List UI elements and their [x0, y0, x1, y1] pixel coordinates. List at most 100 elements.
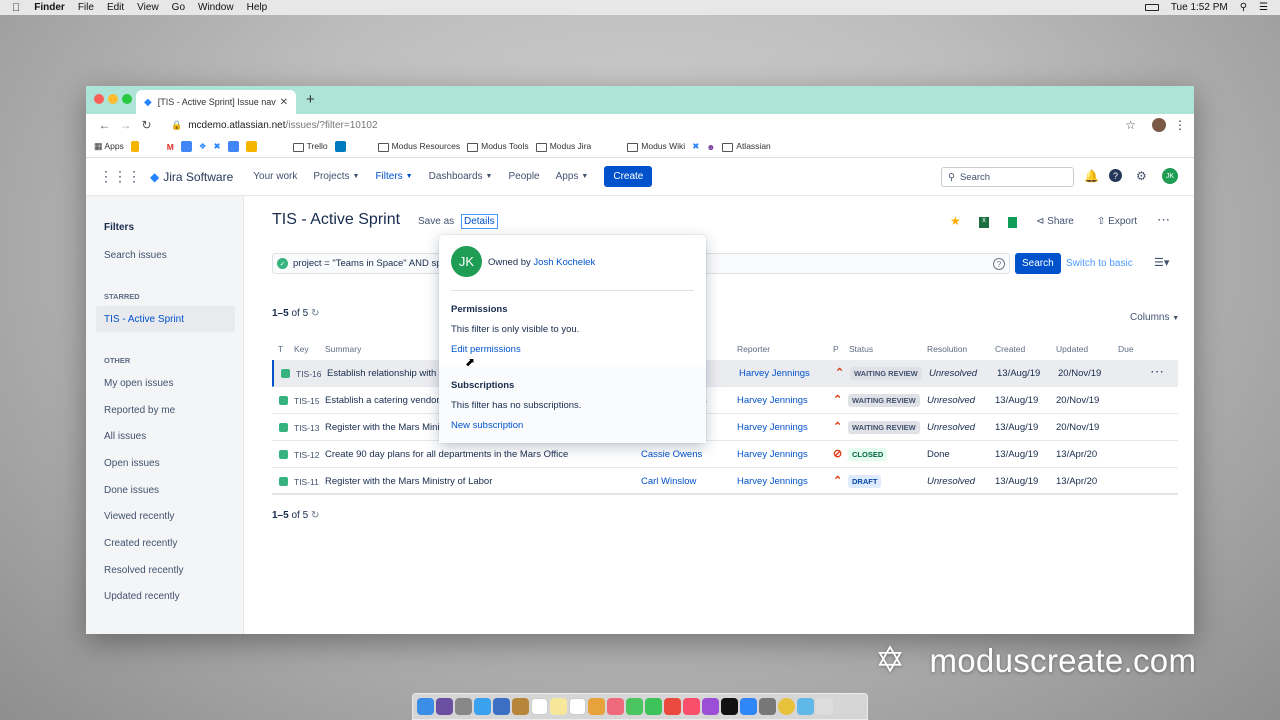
col-header-priority[interactable]: P [833, 344, 839, 354]
user-avatar[interactable]: JK [1162, 168, 1178, 184]
details-button[interactable]: Details [461, 214, 498, 229]
edit-permissions-link[interactable]: Edit permissions [451, 344, 521, 355]
settings-gear-icon[interactable]: ⚙ [1136, 169, 1147, 183]
sheets-icon[interactable] [1008, 217, 1017, 228]
bookmark-icon[interactable] [130, 141, 139, 152]
issue-key[interactable]: TIS-11 [294, 477, 319, 487]
col-header-created[interactable]: Created [995, 344, 1025, 354]
nav-your-work[interactable]: Your work [253, 171, 297, 182]
gmail-icon[interactable]: M [167, 142, 174, 152]
col-header-due[interactable]: Due [1118, 344, 1134, 354]
sidebar-item-tis-active-sprint[interactable]: TIS - Active Sprint [104, 314, 184, 325]
trash-dock-icon[interactable] [816, 698, 833, 715]
columns-button[interactable]: Columns ▼ [1130, 312, 1179, 323]
issue-reporter[interactable]: Harvey Jennings [737, 422, 808, 433]
switch-to-basic-link[interactable]: Switch to basic [1066, 258, 1133, 269]
news-dock-icon[interactable] [664, 698, 681, 715]
status-badge[interactable]: CLOSED [848, 448, 888, 461]
menu-window[interactable]: Window [198, 2, 234, 13]
new-subscription-link[interactable]: New subscription [451, 420, 523, 431]
table-row[interactable]: TIS-15 Establish a catering vendor t s H… [272, 387, 1178, 414]
help-icon[interactable]: ? [1109, 169, 1122, 182]
sidebar-item-viewed-recently[interactable]: Viewed recently [104, 511, 174, 522]
photos-dock-icon[interactable] [607, 698, 624, 715]
bookmark-modus-resources[interactable]: Modus Resources [377, 141, 460, 152]
nav-projects[interactable]: Projects ▼ [313, 171, 359, 182]
col-header-summary[interactable]: Summary [325, 344, 361, 354]
nav-dashboards[interactable]: Dashboards ▼ [429, 171, 493, 182]
menu-help[interactable]: Help [247, 2, 268, 13]
issue-key[interactable]: TIS-16 [296, 369, 322, 379]
search-button[interactable]: Search [1015, 253, 1061, 274]
close-tab-icon[interactable]: ✕ [280, 97, 288, 108]
table-row[interactable]: TIS-16 Establish relationship with lo Ha… [272, 360, 1178, 387]
issue-summary[interactable]: Create 90 day plans for all departments … [325, 449, 568, 460]
confluence-icon[interactable]: ❖ [199, 141, 207, 152]
finder-dock-icon[interactable] [417, 698, 434, 715]
menu-edit[interactable]: Edit [107, 2, 124, 13]
menubar-clock[interactable]: Tue 1:52 PM [1171, 2, 1228, 13]
sidebar-item-updated-recently[interactable]: Updated recently [104, 591, 180, 602]
col-header-resolution[interactable]: Resolution [927, 344, 967, 354]
sidebar-item-search-issues[interactable]: Search issues [104, 250, 167, 261]
bookmark-trello[interactable]: Trello [292, 141, 328, 152]
calendar-dock-icon[interactable] [531, 698, 548, 715]
spotlight-icon[interactable]: ⚲ [1240, 2, 1247, 13]
browser-tab[interactable]: ◆ [TIS - Active Sprint] Issue navigator … [136, 90, 296, 114]
row-more-icon[interactable]: ⋯ [1150, 363, 1164, 380]
issue-reporter[interactable]: Harvey Jennings [737, 449, 808, 460]
status-badge[interactable]: WAITING REVIEW [848, 394, 920, 407]
system-preferences-dock-icon[interactable] [759, 698, 776, 715]
more-actions-icon[interactable]: ⋯ [1157, 212, 1170, 228]
owner-link[interactable]: Josh Kochelek [533, 257, 595, 268]
sidebar-item-my-open-issues[interactable]: My open issues [104, 378, 173, 389]
menu-go[interactable]: Go [172, 2, 185, 13]
jira-icon[interactable]: ✖ [214, 141, 221, 152]
jira-logo[interactable]: ◆ Jira Software [150, 170, 233, 184]
sidebar-item-created-recently[interactable]: Created recently [104, 538, 177, 549]
status-badge[interactable]: DRAFT [848, 475, 882, 488]
browser-menu-icon[interactable]: ⋮ [1174, 118, 1186, 132]
bookmark-star-icon[interactable]: ☆ [1125, 118, 1136, 132]
issue-summary[interactable]: Register with the Mars Minis [325, 422, 444, 433]
table-row[interactable]: TIS-13 Register with the Mars Minis Harv… [272, 414, 1178, 441]
bookmark-modus-tools[interactable]: Modus Tools [467, 141, 529, 152]
notifications-icon[interactable]: 🔔 [1084, 169, 1099, 183]
minimize-window-button[interactable] [108, 94, 118, 104]
bookmark-apps[interactable]: ▦ Apps [94, 141, 124, 152]
safari-dock-icon[interactable] [474, 698, 491, 715]
issue-reporter[interactable]: Harvey Jennings [737, 476, 808, 487]
col-header-type[interactable]: T [278, 344, 283, 354]
issue-reporter[interactable]: Harvey Jennings [737, 395, 808, 406]
sidebar-item-done-issues[interactable]: Done issues [104, 485, 159, 496]
share-button[interactable]: ⊲ Share [1036, 216, 1074, 227]
launchpad-dock-icon[interactable] [455, 698, 472, 715]
apple-icon[interactable]:  [12, 2, 20, 14]
sidebar-item-all-issues[interactable]: All issues [104, 431, 146, 442]
reload-icon[interactable]: ↻ [136, 118, 157, 132]
issue-summary[interactable]: Register with the Mars Ministry of Labor [325, 476, 492, 487]
issue-assignee[interactable]: Cassie Owens [641, 449, 702, 460]
tv-dock-icon[interactable] [721, 698, 738, 715]
mail-dock-icon[interactable] [493, 698, 510, 715]
excel-icon[interactable]: x [979, 217, 989, 228]
col-header-key[interactable]: Key [294, 344, 309, 354]
table-row[interactable]: TIS-12 Create 90 day plans for all depar… [272, 441, 1178, 468]
app-store-dock-icon[interactable] [740, 698, 757, 715]
bookmark-modus-wiki[interactable]: Modus Wiki [627, 141, 685, 152]
siri-dock-icon[interactable] [436, 698, 453, 715]
list-view-icon[interactable]: ☰▾ [1154, 256, 1169, 269]
jira-icon[interactable]: ✖ [692, 141, 699, 152]
status-badge[interactable]: WAITING REVIEW [848, 421, 920, 434]
forward-icon[interactable]: → [115, 118, 136, 132]
menu-file[interactable]: File [78, 2, 94, 13]
profile-avatar[interactable] [1152, 118, 1166, 132]
control-center-icon[interactable]: ☰ [1259, 2, 1268, 13]
search-input[interactable]: ⚲ Search [941, 167, 1074, 187]
bookmark-modus-jira[interactable]: Modus Jira [535, 141, 591, 152]
issue-key[interactable]: TIS-13 [294, 423, 320, 433]
menu-finder[interactable]: Finder [34, 2, 65, 13]
url-input[interactable]: 🔒 mcdemo.atlassian.net/issues/?filter=10… [163, 116, 1117, 134]
sidebar-item-resolved-recently[interactable]: Resolved recently [104, 565, 183, 576]
back-icon[interactable]: ← [94, 118, 115, 132]
